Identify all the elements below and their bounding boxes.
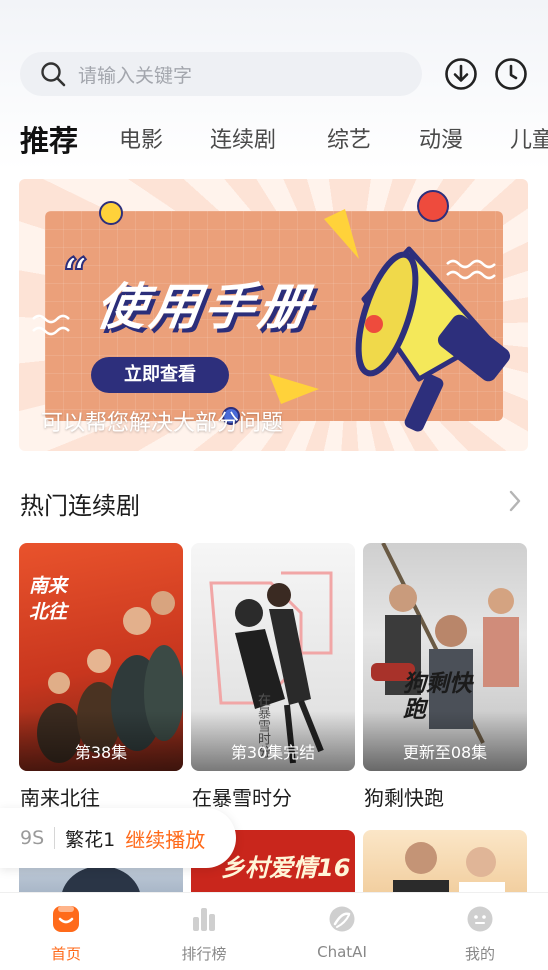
banner-headline: 使用手册 <box>92 278 317 336</box>
drama-title[interactable]: 南来北往 <box>20 782 100 811</box>
divider <box>54 827 56 849</box>
resume-episode: 9S <box>20 827 45 849</box>
poster-title-text: 乡村爱情16 <box>221 854 351 882</box>
profile-icon <box>467 906 493 932</box>
nav-profile[interactable]: 我的 <box>440 893 520 970</box>
drama-title[interactable]: 在暴雪时分 <box>192 782 292 811</box>
banner-view-button[interactable]: 立即查看 <box>91 357 229 393</box>
nav-ranking[interactable]: 排行榜 <box>164 893 244 970</box>
drama-title[interactable]: 狗剩快跑 <box>364 782 444 811</box>
tab-recommend[interactable]: 推荐 <box>20 118 78 160</box>
nav-label: 我的 <box>464 945 495 963</box>
nav-home[interactable]: 首页 <box>26 893 106 970</box>
tab-variety[interactable]: 综艺 <box>327 122 371 154</box>
section-title: 热门连续剧 <box>20 492 140 520</box>
nav-label: ChatAI <box>317 943 367 961</box>
nav-label: 首页 <box>50 945 81 963</box>
tab-series[interactable]: 连续剧 <box>210 122 276 154</box>
chevron-right-icon[interactable] <box>506 488 524 514</box>
poster-art <box>393 842 505 892</box>
search-bar[interactable]: 请输入关键字 <box>20 52 422 96</box>
continue-watching-bar[interactable]: 9S 繁花1 继续播放 <box>0 808 236 868</box>
home-icon <box>53 906 79 932</box>
drama-card[interactable]: 南来 北往 第38集 <box>19 543 183 771</box>
poster-title-text: 南来 北往 <box>29 575 68 623</box>
drama-card[interactable] <box>363 830 527 892</box>
drama-card[interactable]: 狗剩快跑 更新至08集 <box>363 543 527 771</box>
banner-caption: 可以帮您解决大部分问题 <box>41 411 284 436</box>
episode-label: 第30集完结 <box>230 743 316 762</box>
category-tabs: 推荐 电影 连续剧 综艺 动漫 儿童 <box>0 114 548 160</box>
nav-label: 排行榜 <box>181 945 227 963</box>
search-placeholder[interactable]: 请输入关键字 <box>78 61 192 88</box>
download-icon[interactable] <box>444 57 478 91</box>
nav-chatai[interactable]: ChatAI <box>302 893 382 970</box>
bottom-nav: 首页 排行榜 ChatAI 我的 <box>0 892 548 970</box>
tab-kids[interactable]: 儿童 <box>510 122 548 154</box>
history-icon[interactable] <box>494 57 528 91</box>
episode-label: 更新至08集 <box>402 743 488 762</box>
svg-text:“: “ <box>63 249 88 300</box>
chatai-icon <box>329 906 355 932</box>
continue-playing-button[interactable]: 继续播放 <box>125 824 205 853</box>
promo-banner[interactable]: “ 使用手册 立即查看 可以帮您解决大部分问题 <box>19 179 528 451</box>
tab-anime[interactable]: 动漫 <box>419 122 463 154</box>
search-icon <box>41 62 66 87</box>
tab-movies[interactable]: 电影 <box>119 122 163 154</box>
drama-card[interactable]: 在暴雪时分 第30集完结 <box>191 543 355 771</box>
ranking-icon <box>193 908 215 931</box>
episode-label: 第38集 <box>74 743 128 762</box>
resume-show-name: 繁花1 <box>65 828 116 851</box>
